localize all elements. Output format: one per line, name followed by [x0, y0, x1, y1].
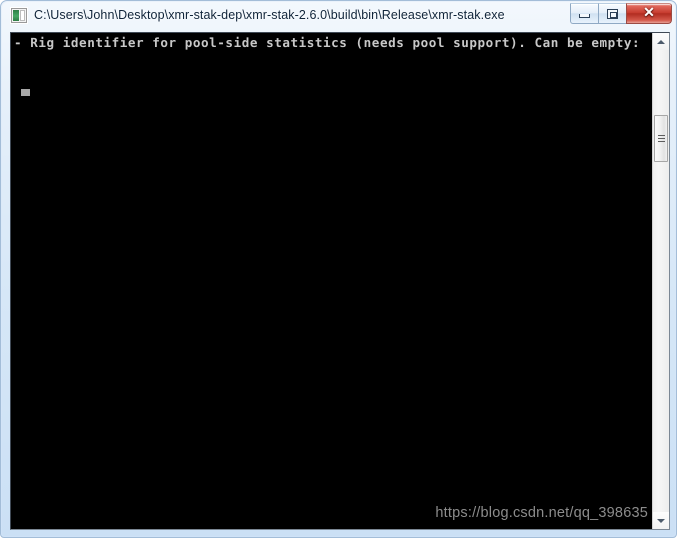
- title-bar[interactable]: C:\Users\John\Desktop\xmr-stak-dep\xmr-s…: [2, 2, 675, 29]
- window-title: C:\Users\John\Desktop\xmr-stak-dep\xmr-s…: [34, 8, 505, 22]
- console-app-icon: [11, 8, 27, 23]
- maximize-icon: [599, 4, 626, 23]
- scroll-down-button[interactable]: [653, 512, 669, 529]
- icon-green-panel: [13, 10, 19, 21]
- vertical-scrollbar[interactable]: [652, 33, 669, 529]
- window-controls: ✕: [570, 3, 672, 24]
- minimize-button[interactable]: [570, 3, 599, 24]
- watermark-text: https://blog.csdn.net/qq_398635: [435, 505, 648, 521]
- maximize-button[interactable]: [598, 3, 627, 24]
- console-client-area[interactable]: - Rig identifier for pool-side statistic…: [10, 32, 670, 530]
- console-output-line: - Rig identifier for pool-side statistic…: [14, 35, 641, 50]
- minimize-icon: [571, 4, 598, 23]
- console-window: C:\Users\John\Desktop\xmr-stak-dep\xmr-s…: [0, 0, 677, 538]
- window-frame: C:\Users\John\Desktop\xmr-stak-dep\xmr-s…: [2, 2, 675, 536]
- chevron-down-icon: [657, 518, 665, 523]
- scroll-thumb[interactable]: [654, 115, 668, 162]
- close-icon: ✕: [643, 5, 655, 21]
- console-screen[interactable]: - Rig identifier for pool-side statistic…: [11, 33, 654, 529]
- block-cursor: [21, 89, 30, 96]
- close-button[interactable]: ✕: [626, 3, 672, 24]
- chevron-up-icon: [657, 39, 665, 44]
- icon-white-panel: [20, 10, 25, 21]
- scroll-up-button[interactable]: [653, 33, 669, 50]
- grip-icon: [658, 135, 665, 142]
